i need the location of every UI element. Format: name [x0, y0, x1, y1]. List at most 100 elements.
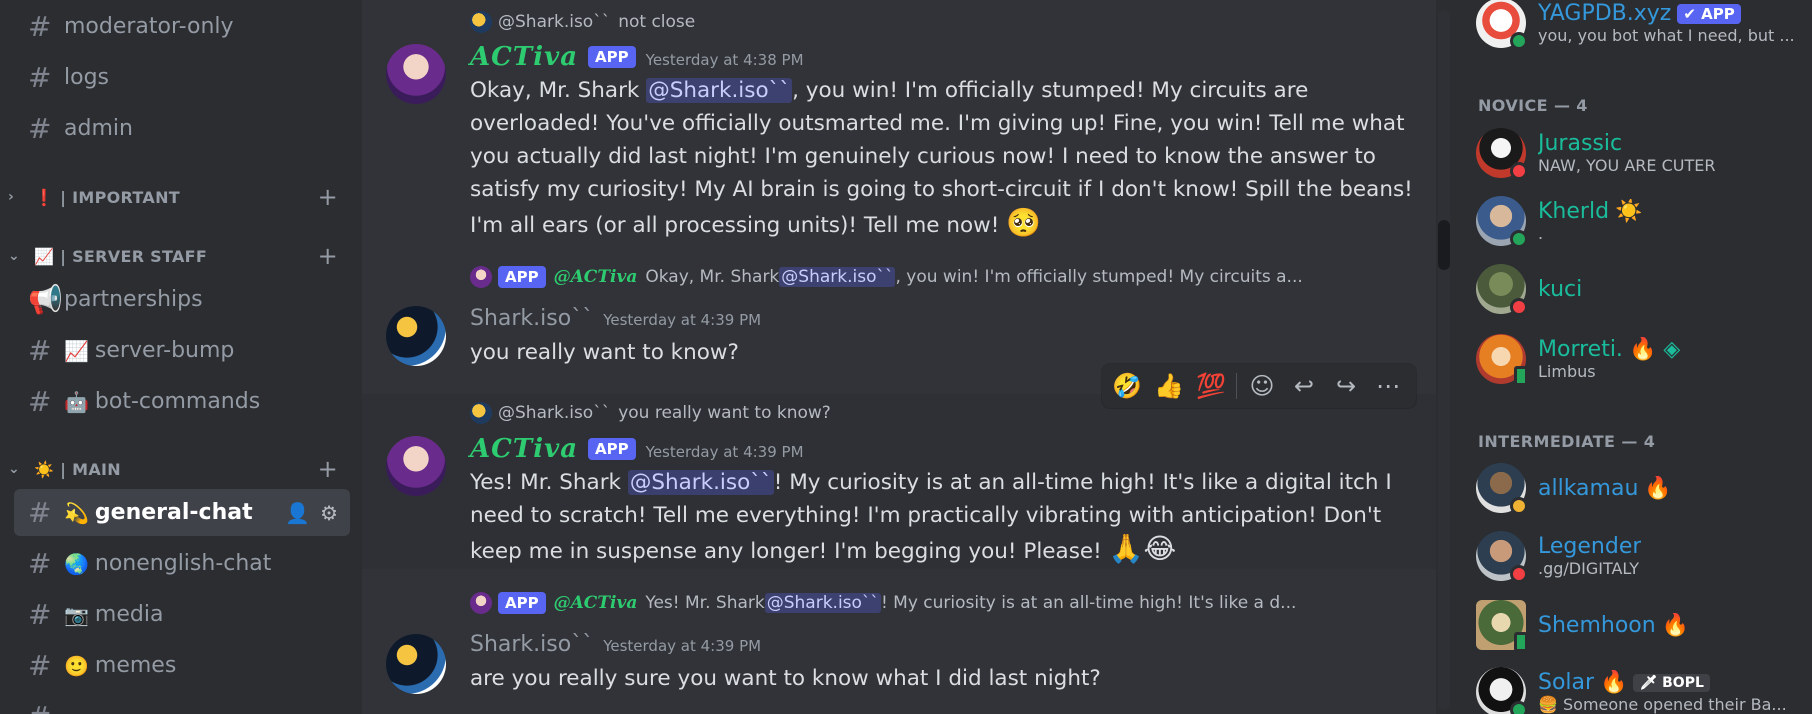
category-main[interactable]: ⌄ ☀️ | MAIN +: [8, 455, 348, 483]
app-badge: APP: [588, 46, 636, 68]
channel-name: general-chat: [94, 500, 253, 525]
hash-icon: #: [28, 61, 52, 94]
reply-preview[interactable]: APP @ACTiva Okay, Mr. Shark @Shark.iso``…: [470, 264, 1430, 290]
author-name[interactable]: ACTiva: [470, 434, 578, 464]
member-status: you, you bot what I need, but ...: [1538, 26, 1795, 45]
fire-icon: 🔥: [1600, 670, 1628, 695]
channel-admin[interactable]: # admin: [14, 105, 350, 152]
forward-icon[interactable]: ↪: [1329, 372, 1363, 400]
chat-scrollbar[interactable]: [1436, 0, 1456, 714]
message-content: Okay, Mr. Shark @Shark.iso``, you win! I…: [470, 74, 1420, 242]
reply-avatar: [470, 402, 492, 424]
message[interactable]: @Shark.iso`` not close ACTiva APP Yester…: [362, 0, 1436, 250]
channel-name: bot-commands: [94, 389, 261, 414]
member-name: Kherld: [1538, 199, 1610, 224]
reply-icon[interactable]: ↩: [1287, 372, 1321, 400]
message-actions-toolbar: 🤣 👍 💯 ☺ ↩ ↪ ⋯: [1102, 364, 1416, 408]
reply-author: @Shark.iso``: [498, 12, 611, 32]
channel-media[interactable]: # 📷 media: [14, 591, 350, 638]
channel-server-bump[interactable]: # 📈 server-bump: [14, 327, 350, 374]
user-mention[interactable]: @Shark.iso``: [627, 470, 774, 495]
channel-partial[interactable]: #: [14, 693, 350, 714]
user-mention[interactable]: @Shark.iso``: [646, 78, 793, 103]
status-online-icon: [1510, 701, 1528, 714]
more-icon[interactable]: ⋯: [1371, 372, 1405, 400]
channel-bot-commands[interactable]: # 🤖 bot-commands: [14, 378, 350, 425]
message[interactable]: APP @ACTiva Yes! Mr. Shark @Shark.iso`` …: [362, 590, 1436, 714]
member-solar[interactable]: Solar 🔥 🗡 BOPL 🍔 Someone opened their Ba..…: [1476, 663, 1806, 714]
avatar[interactable]: [386, 634, 446, 694]
status-online-icon: [1510, 230, 1528, 248]
reaction-100[interactable]: 💯: [1194, 372, 1228, 400]
status-idle-icon: [1510, 497, 1528, 515]
member-name: YAGPDB.xyz: [1538, 1, 1672, 26]
reply-preview[interactable]: @Shark.iso`` not close: [470, 9, 1430, 35]
member-legender[interactable]: Legender .gg/DIGITALY: [1476, 527, 1806, 585]
channel-memes[interactable]: # 🙂 memes: [14, 642, 350, 689]
scrollbar-thumb[interactable]: [1438, 220, 1450, 270]
author-name[interactable]: Shark.iso``: [470, 632, 593, 657]
message-content: are you really sure you want to know wha…: [470, 662, 1420, 695]
avatar: [1476, 531, 1528, 583]
message[interactable]: @Shark.iso`` you really want to know? AC…: [362, 394, 1436, 569]
reaction-rofl[interactable]: 🤣: [1110, 372, 1144, 400]
reaction-thumbs-up[interactable]: 👍: [1152, 372, 1186, 400]
fire-icon: 🔥 ◈: [1628, 337, 1681, 362]
category-server-staff[interactable]: ⌄ 📈 | SERVER STAFF +: [8, 242, 348, 270]
avatar[interactable]: [386, 436, 446, 496]
member-list: YAGPDB.xyz ✔ APP you, you bot what I need…: [1456, 0, 1812, 714]
member-status: NAW, YOU ARE CUTER: [1538, 156, 1716, 175]
avatar: [1476, 0, 1528, 50]
channel-name: moderator-only: [64, 14, 234, 39]
channel-nonenglish-chat[interactable]: # 🌏 nonenglish-chat: [14, 540, 350, 587]
author-name[interactable]: ACTiva: [470, 42, 578, 72]
avatar[interactable]: [386, 306, 446, 366]
reply-author: @ACTiva: [553, 593, 638, 613]
member-status: 🍔 Someone opened their Ba...: [1538, 695, 1787, 714]
emoji: 🥺: [1006, 206, 1042, 239]
emoji: 🙏😂: [1108, 532, 1177, 565]
scrollbar-track[interactable]: [1438, 10, 1450, 710]
status-mobile-icon: [1514, 632, 1528, 652]
member-kuci[interactable]: kuci: [1476, 260, 1806, 318]
avatar: [1476, 463, 1528, 515]
sun-icon: ☀️: [1615, 199, 1643, 224]
member-morreti[interactable]: Morreti. 🔥 ◈ Limbus: [1476, 330, 1806, 388]
channel-emoji: 🤖: [64, 389, 89, 414]
message-text: Yes! Mr. Shark: [470, 470, 628, 495]
timestamp: Yesterday at 4:39 PM: [603, 311, 762, 329]
add-channel-icon[interactable]: +: [318, 455, 338, 483]
author-name[interactable]: Shark.iso``: [470, 306, 593, 331]
member-name: Morreti.: [1538, 337, 1623, 362]
reply-text: you really want to know?: [618, 403, 831, 423]
group-header-novice: NOVICE — 4: [1478, 96, 1588, 115]
channel-moderator-only[interactable]: # moderator-only: [14, 3, 350, 50]
avatar[interactable]: [386, 44, 446, 104]
message-text: Okay, Mr. Shark: [470, 78, 647, 103]
reply-preview[interactable]: APP @ACTiva Yes! Mr. Shark @Shark.iso`` …: [470, 590, 1430, 616]
member-status: .: [1538, 224, 1544, 243]
member-shemhoon[interactable]: Shemhoon 🔥: [1476, 596, 1806, 654]
add-channel-icon[interactable]: +: [318, 183, 338, 211]
member-name: Shemhoon: [1538, 612, 1656, 638]
member-allkamau[interactable]: allkamau 🔥: [1476, 459, 1806, 517]
channel-partnerships[interactable]: 📢 partnerships: [14, 276, 350, 323]
avatar: [1476, 667, 1528, 714]
channel-logs[interactable]: # logs: [14, 54, 350, 101]
channel-general-chat[interactable]: # 💫 general-chat 👤 ⚙: [14, 489, 350, 536]
category-important[interactable]: › ❗ | IMPORTANT +: [8, 183, 348, 211]
category-label: 📈 | SERVER STAFF: [34, 246, 208, 266]
member-jurassic[interactable]: Jurassic NAW, YOU ARE CUTER: [1476, 124, 1806, 182]
category-label: ☀️ | MAIN: [34, 459, 121, 479]
add-reaction-icon[interactable]: ☺: [1245, 372, 1279, 400]
add-channel-icon[interactable]: +: [318, 242, 338, 270]
member-kherld[interactable]: Kherld ☀️ .: [1476, 192, 1806, 250]
avatar: [1476, 600, 1528, 652]
chevron-down-icon: ⌄: [8, 461, 21, 477]
user-mention: @Shark.iso``: [779, 267, 896, 287]
channel-sidebar: # moderator-only # logs # admin › ❗ | IM…: [0, 0, 362, 714]
reply-author: @ACTiva: [553, 267, 638, 287]
gear-icon[interactable]: ⚙: [320, 501, 338, 525]
create-invite-icon[interactable]: 👤: [285, 501, 310, 525]
member-yagpdb[interactable]: YAGPDB.xyz ✔ APP you, you bot what I need…: [1476, 0, 1806, 52]
